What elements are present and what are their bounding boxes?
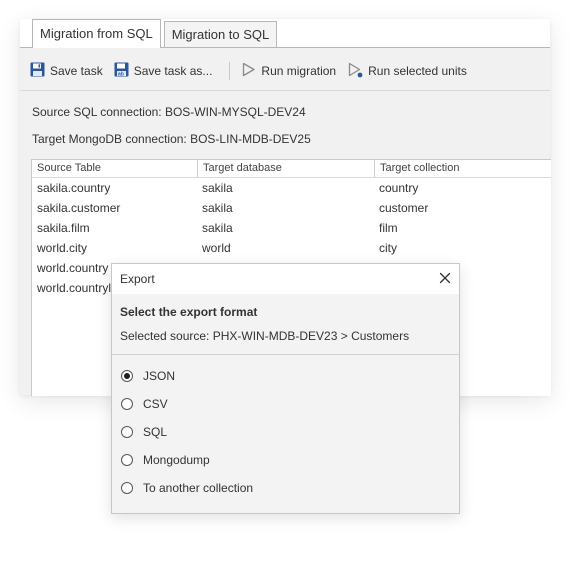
radio-label: JSON — [143, 369, 176, 383]
run-migration-button[interactable]: Run migration — [241, 60, 336, 82]
source-connection-label: Source SQL connection: BOS-WIN-MYSQL-DEV… — [32, 105, 306, 119]
source-table-cell: sakila.country — [37, 181, 111, 195]
save-as-icon: ab — [114, 62, 129, 80]
toolbar-divider — [20, 90, 550, 91]
target-database-cell: sakila — [202, 181, 233, 195]
target-database-cell: world — [202, 241, 231, 255]
source-table-cell: sakila.film — [37, 221, 90, 235]
column-header-target-collection[interactable]: Target collection — [374, 160, 551, 177]
radio-option-sql[interactable]: SQL — [121, 424, 167, 440]
radio-option-json[interactable]: JSON — [121, 368, 175, 384]
target-collection-cell: customer — [379, 201, 429, 215]
grid-header: Source Table Target database Target coll… — [32, 160, 551, 178]
toolbar-separator — [229, 62, 231, 80]
dialog-divider — [112, 354, 459, 355]
export-dialog: Export Select the export format Selected… — [111, 263, 460, 514]
radio-label: CSV — [143, 397, 168, 411]
column-header-target-database[interactable]: Target database — [197, 160, 374, 177]
radio-option-another-collection[interactable]: To another collection — [121, 480, 253, 496]
tab-migration-from-sql[interactable]: Migration from SQL — [32, 19, 161, 48]
radio-button[interactable] — [121, 482, 133, 494]
table-row[interactable]: sakila.customer sakila customer — [32, 198, 551, 218]
tab-strip: Migration from SQL Migration to SQL — [32, 19, 280, 48]
radio-button[interactable] — [121, 426, 133, 438]
svg-text:ab: ab — [118, 71, 124, 77]
target-database-cell: sakila — [202, 221, 233, 235]
save-icon — [30, 62, 45, 80]
selected-source-label: Selected source: PHX-WIN-MDB-DEV23 > Cus… — [120, 329, 410, 343]
export-format-heading: Select the export format — [120, 305, 258, 319]
radio-button[interactable] — [121, 454, 133, 466]
toolbar: Save task ab Save task as... Run migrati… — [30, 60, 478, 82]
radio-button[interactable] — [121, 398, 133, 410]
radio-option-mongodump[interactable]: Mongodump — [121, 452, 210, 468]
tab-migration-to-sql[interactable]: Migration to SQL — [163, 21, 278, 48]
target-database-cell: sakila — [202, 201, 233, 215]
table-row[interactable]: sakila.country sakila country — [32, 178, 551, 198]
play-selected-icon — [347, 62, 363, 81]
close-icon[interactable] — [437, 270, 453, 286]
source-table-cell: sakila.customer — [37, 201, 121, 215]
radio-option-csv[interactable]: CSV — [121, 396, 168, 412]
save-task-as-label: Save task as... — [133, 64, 213, 78]
dialog-title-bar[interactable]: Export — [112, 264, 459, 294]
target-collection-cell: film — [379, 221, 398, 235]
run-selected-units-button[interactable]: Run selected units — [347, 60, 467, 82]
run-migration-label: Run migration — [261, 64, 337, 78]
radio-button-selected[interactable] — [121, 370, 133, 382]
play-icon — [241, 62, 256, 80]
radio-label: SQL — [143, 425, 168, 439]
save-task-as-button[interactable]: ab Save task as... — [114, 60, 213, 82]
table-row[interactable]: world.city world city — [32, 238, 551, 258]
table-row[interactable]: sakila.film sakila film — [32, 218, 551, 238]
save-task-button[interactable]: Save task — [30, 60, 103, 82]
save-task-label: Save task — [50, 64, 103, 78]
source-table-cell: world.countryl — [37, 281, 112, 295]
run-selected-units-label: Run selected units — [368, 64, 467, 78]
target-collection-cell: country — [379, 181, 419, 195]
target-connection-label: Target MongoDB connection: BOS-LIN-MDB-D… — [32, 132, 311, 146]
radio-label: To another collection — [143, 481, 254, 495]
source-table-cell: world.country — [37, 261, 109, 275]
source-table-cell: world.city — [37, 241, 88, 255]
radio-label: Mongodump — [143, 453, 210, 467]
column-header-source-table[interactable]: Source Table — [32, 160, 197, 177]
dialog-title: Export — [120, 272, 155, 286]
target-collection-cell: city — [379, 241, 397, 255]
